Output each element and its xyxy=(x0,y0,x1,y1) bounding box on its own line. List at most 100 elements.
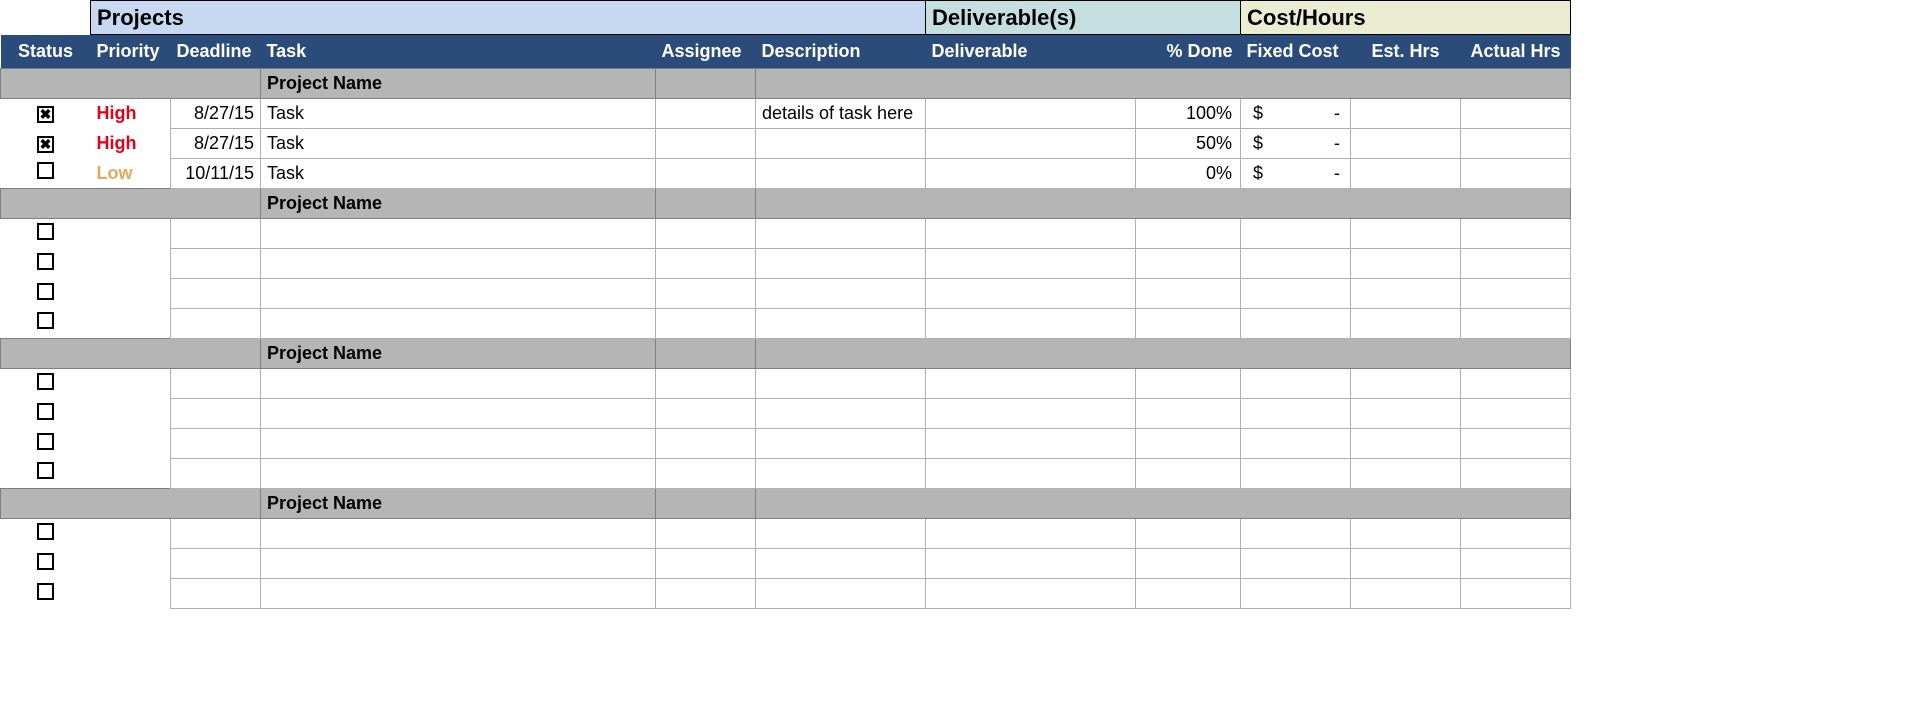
pct-done-cell[interactable] xyxy=(1136,429,1241,459)
project-name-label[interactable]: Project Name xyxy=(261,189,656,219)
status-cell[interactable] xyxy=(1,309,91,339)
status-cell[interactable] xyxy=(1,579,91,609)
task-cell[interactable] xyxy=(261,429,656,459)
status-cell[interactable] xyxy=(1,399,91,429)
task-cell[interactable] xyxy=(261,519,656,549)
task-cell[interactable] xyxy=(261,579,656,609)
description-cell[interactable] xyxy=(756,129,926,159)
est-hrs-cell[interactable] xyxy=(1351,219,1461,249)
project-name-label[interactable]: Project Name xyxy=(261,489,656,519)
status-checkbox[interactable] xyxy=(37,312,54,329)
description-cell[interactable] xyxy=(756,459,926,489)
description-cell[interactable] xyxy=(756,279,926,309)
priority-cell[interactable] xyxy=(91,279,171,309)
status-cell[interactable] xyxy=(1,459,91,489)
pct-done-cell[interactable] xyxy=(1136,219,1241,249)
est-hrs-cell[interactable] xyxy=(1351,459,1461,489)
status-cell[interactable] xyxy=(1,249,91,279)
status-checkbox[interactable]: ✖ xyxy=(37,106,54,123)
status-checkbox[interactable]: ✖ xyxy=(37,136,54,153)
description-cell[interactable] xyxy=(756,519,926,549)
task-cell[interactable]: Task xyxy=(261,99,656,129)
status-cell[interactable] xyxy=(1,429,91,459)
task-cell[interactable]: Task xyxy=(261,159,656,189)
fixed-cost-cell[interactable] xyxy=(1241,369,1351,399)
deliverable-cell[interactable] xyxy=(926,399,1136,429)
deadline-cell[interactable]: 8/27/15 xyxy=(171,99,261,129)
deadline-cell[interactable] xyxy=(171,459,261,489)
pct-done-cell[interactable] xyxy=(1136,279,1241,309)
status-cell[interactable] xyxy=(1,279,91,309)
actual-hrs-cell[interactable] xyxy=(1461,249,1571,279)
description-cell[interactable] xyxy=(756,369,926,399)
fixed-cost-cell[interactable]: $- xyxy=(1241,159,1351,189)
task-cell[interactable] xyxy=(261,399,656,429)
deliverable-cell[interactable] xyxy=(926,309,1136,339)
deliverable-cell[interactable] xyxy=(926,159,1136,189)
status-checkbox[interactable] xyxy=(37,462,54,479)
actual-hrs-cell[interactable] xyxy=(1461,429,1571,459)
deliverable-cell[interactable] xyxy=(926,429,1136,459)
pct-done-cell[interactable] xyxy=(1136,249,1241,279)
deliverable-cell[interactable] xyxy=(926,549,1136,579)
pct-done-cell[interactable] xyxy=(1136,549,1241,579)
deadline-cell[interactable] xyxy=(171,279,261,309)
deliverable-cell[interactable] xyxy=(926,459,1136,489)
fixed-cost-cell[interactable] xyxy=(1241,309,1351,339)
status-checkbox[interactable] xyxy=(37,523,54,540)
priority-cell[interactable] xyxy=(91,579,171,609)
fixed-cost-cell[interactable] xyxy=(1241,549,1351,579)
fixed-cost-cell[interactable] xyxy=(1241,249,1351,279)
description-cell[interactable]: details of task here xyxy=(756,99,926,129)
deadline-cell[interactable] xyxy=(171,579,261,609)
status-checkbox[interactable] xyxy=(37,433,54,450)
priority-cell[interactable] xyxy=(91,399,171,429)
status-checkbox[interactable] xyxy=(37,223,54,240)
deliverable-cell[interactable] xyxy=(926,579,1136,609)
actual-hrs-cell[interactable] xyxy=(1461,519,1571,549)
priority-cell[interactable] xyxy=(91,519,171,549)
task-cell[interactable] xyxy=(261,309,656,339)
status-cell[interactable] xyxy=(1,219,91,249)
priority-cell[interactable] xyxy=(91,429,171,459)
est-hrs-cell[interactable] xyxy=(1351,249,1461,279)
deliverable-cell[interactable] xyxy=(926,369,1136,399)
deadline-cell[interactable] xyxy=(171,399,261,429)
assignee-cell[interactable] xyxy=(656,219,756,249)
deliverable-cell[interactable] xyxy=(926,219,1136,249)
task-cell[interactable] xyxy=(261,459,656,489)
pct-done-cell[interactable] xyxy=(1136,519,1241,549)
assignee-cell[interactable] xyxy=(656,579,756,609)
deliverable-cell[interactable] xyxy=(926,279,1136,309)
assignee-cell[interactable] xyxy=(656,519,756,549)
status-checkbox[interactable] xyxy=(37,403,54,420)
status-cell[interactable]: ✖ xyxy=(1,99,91,129)
priority-cell[interactable] xyxy=(91,309,171,339)
deliverable-cell[interactable] xyxy=(926,129,1136,159)
description-cell[interactable] xyxy=(756,549,926,579)
fixed-cost-cell[interactable] xyxy=(1241,429,1351,459)
pct-done-cell[interactable] xyxy=(1136,459,1241,489)
deadline-cell[interactable] xyxy=(171,249,261,279)
project-name-label[interactable]: Project Name xyxy=(261,69,656,99)
deadline-cell[interactable] xyxy=(171,309,261,339)
actual-hrs-cell[interactable] xyxy=(1461,219,1571,249)
pct-done-cell[interactable]: 100% xyxy=(1136,99,1241,129)
actual-hrs-cell[interactable] xyxy=(1461,459,1571,489)
description-cell[interactable] xyxy=(756,159,926,189)
fixed-cost-cell[interactable] xyxy=(1241,459,1351,489)
priority-cell[interactable]: Low xyxy=(91,159,171,189)
actual-hrs-cell[interactable] xyxy=(1461,99,1571,129)
priority-cell[interactable] xyxy=(91,549,171,579)
assignee-cell[interactable] xyxy=(656,549,756,579)
description-cell[interactable] xyxy=(756,249,926,279)
deliverable-cell[interactable] xyxy=(926,519,1136,549)
deadline-cell[interactable] xyxy=(171,429,261,459)
priority-cell[interactable] xyxy=(91,459,171,489)
actual-hrs-cell[interactable] xyxy=(1461,129,1571,159)
task-cell[interactable] xyxy=(261,249,656,279)
status-checkbox[interactable] xyxy=(37,553,54,570)
assignee-cell[interactable] xyxy=(656,279,756,309)
pct-done-cell[interactable] xyxy=(1136,579,1241,609)
actual-hrs-cell[interactable] xyxy=(1461,579,1571,609)
